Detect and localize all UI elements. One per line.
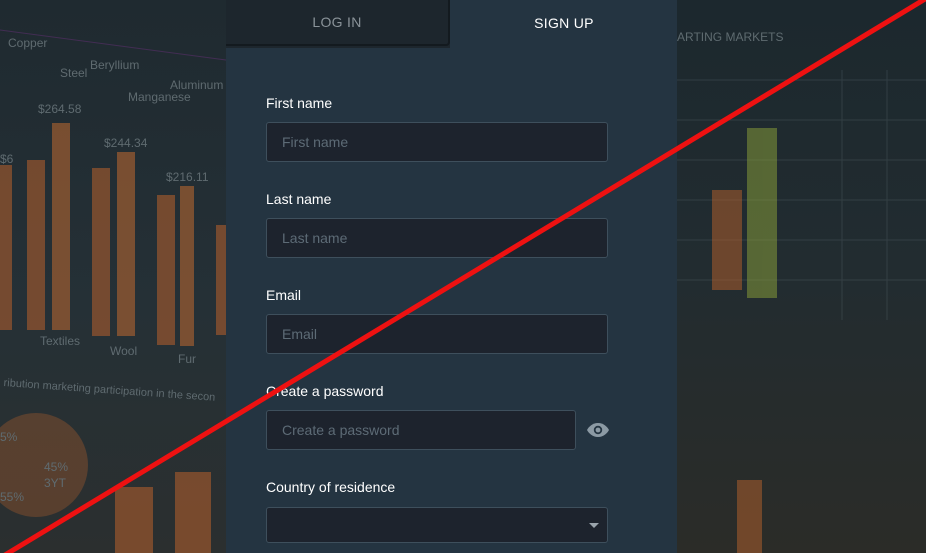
password-label: Create a password	[266, 383, 384, 399]
background-right: ARTING MARKETS	[677, 0, 926, 553]
email-input[interactable]	[266, 314, 608, 354]
bg-label: $6	[0, 152, 14, 166]
bg-label: 55%	[0, 490, 25, 504]
tab-login[interactable]: LOG IN	[226, 0, 450, 46]
bg-label: $264.58	[38, 102, 82, 116]
country-label: Country of residence	[266, 479, 396, 495]
email-label: Email	[266, 287, 302, 303]
bg-label: $244.34	[104, 136, 148, 150]
password-input[interactable]	[266, 410, 576, 450]
signup-panel	[226, 0, 677, 553]
bg-label: Copper	[8, 36, 48, 50]
first-name-input[interactable]	[266, 122, 608, 162]
bg-label: 3YT	[44, 476, 67, 490]
bg-label: $216.11	[166, 170, 209, 184]
bg-label: Wool	[110, 344, 138, 358]
bg-label: Beryllium	[90, 58, 140, 72]
last-name-input[interactable]	[266, 218, 608, 258]
tab-signup[interactable]: SIGN UP	[451, 0, 677, 46]
last-name-label: Last name	[266, 191, 332, 207]
background-chart-right	[677, 70, 926, 553]
first-name-label: First name	[266, 95, 333, 111]
bg-label: ARTING MARKETS	[677, 30, 784, 44]
eye-icon[interactable]	[586, 420, 610, 440]
bg-label: Steel	[60, 66, 88, 80]
bg-label: Manganese	[128, 90, 191, 104]
bg-label: 5%	[0, 430, 18, 444]
caret-down-icon	[589, 523, 599, 528]
bg-label: Fur	[178, 352, 196, 366]
bg-label: Textiles	[40, 334, 81, 348]
country-select[interactable]	[266, 507, 608, 543]
bg-label: 45%	[44, 460, 69, 474]
background-left: Copper Steel Beryllium Aluminum Manganes…	[0, 0, 226, 553]
